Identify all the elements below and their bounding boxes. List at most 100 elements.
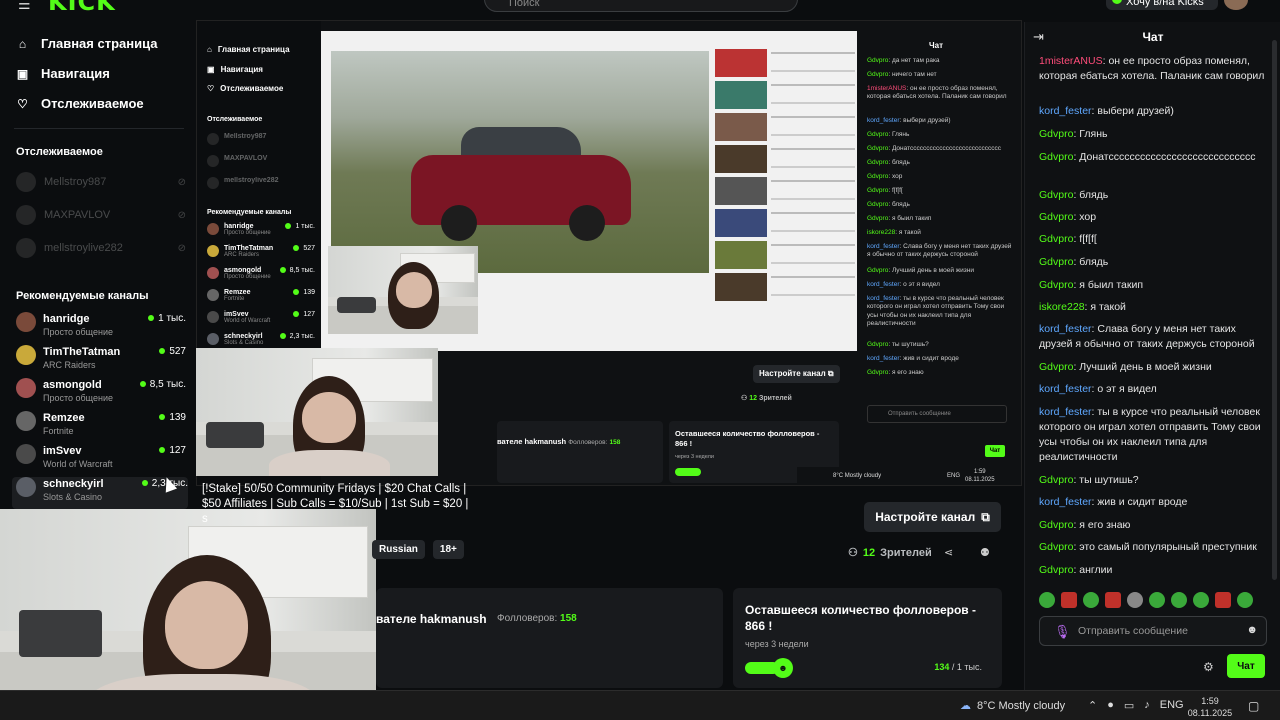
chat-message: kord_fester: Слава богу у меня нет таких… — [1039, 323, 1255, 350]
channel-category: ARC Raiders — [43, 360, 96, 370]
chat-username[interactable]: Gdvpro — [1039, 128, 1073, 140]
recommended-item[interactable]: imSvev World of Warcraft 127 — [16, 444, 186, 476]
chat-text: блядь — [1079, 256, 1109, 268]
live-viewers: 527 — [159, 345, 186, 357]
chat-username[interactable]: Gdvpro — [1039, 361, 1073, 373]
chat-send-button[interactable]: Чат — [1227, 654, 1265, 678]
emote-icon[interactable] — [1083, 592, 1099, 608]
avatar — [16, 238, 36, 258]
following-item[interactable]: Mellstroy987 ⊘ — [16, 169, 186, 195]
chat-username[interactable]: kord_fester — [1039, 406, 1092, 418]
profile-avatar[interactable] — [1224, 0, 1248, 10]
chat-username[interactable]: Gdvpro — [1039, 211, 1073, 223]
recommended-title: Рекомендуемые каналы — [16, 290, 149, 302]
viewers-label: Зрителей — [880, 546, 932, 559]
emote-icon[interactable] — [1193, 592, 1209, 608]
search-input[interactable]: Поиск — [484, 0, 798, 12]
clock[interactable]: 1:59 08.11.2025 — [1186, 695, 1234, 719]
recommended-item[interactable]: hanridge Просто общение 1 тыс. — [16, 312, 186, 344]
recommended-item[interactable]: TimTheTatman ARC Raiders 527 — [16, 345, 186, 377]
recommended-item[interactable]: asmongold Просто общение 8,5 тыс. — [16, 378, 186, 410]
chat-message: Gdvpro: f[f[f[ — [1039, 233, 1097, 245]
microphone-tray-icon[interactable]: ● — [1107, 699, 1114, 712]
channel-name: hanridge — [43, 313, 90, 325]
chat-username[interactable]: 1misterANUS — [1039, 55, 1103, 67]
kicks-button[interactable]: Хочу в/на Kicks — [1106, 0, 1218, 10]
setup-channel-label: Настройте канал — [875, 510, 976, 524]
chat-username[interactable]: iskore228 — [1039, 301, 1085, 313]
chat-title: Чат — [1142, 30, 1164, 44]
volume-icon[interactable]: ♪ — [1144, 699, 1150, 712]
emote-icon[interactable] — [1149, 592, 1165, 608]
chat-username[interactable]: kord_fester — [1039, 383, 1092, 395]
nested-recommended-title: Рекомендуемые каналы — [207, 209, 292, 216]
avatar — [16, 444, 36, 464]
kick-coin-icon — [1112, 0, 1122, 4]
emote-icon[interactable] — [1171, 592, 1187, 608]
chat-username[interactable]: Gdvpro — [1039, 474, 1073, 486]
divider — [14, 128, 184, 129]
language-indicator[interactable]: ENG — [1160, 699, 1184, 712]
goal-emoji-icon: ☻ — [773, 658, 793, 678]
kick-logo[interactable]: KICK — [48, 0, 116, 16]
chat-username[interactable]: Gdvpro — [1039, 189, 1073, 201]
chat-username[interactable]: kord_fester — [1039, 496, 1092, 508]
emoji-icon[interactable]: ☻ — [1246, 624, 1258, 636]
chat-username[interactable]: Gdvpro — [1039, 151, 1073, 163]
setup-channel-button[interactable]: Настройте канал ⧉ — [864, 502, 1001, 532]
notification-icon[interactable]: ▢ — [1248, 699, 1259, 713]
share-icon[interactable]: ⋖ — [944, 546, 953, 559]
following-item[interactable]: MAXPAVLOV ⊘ — [16, 202, 186, 228]
nav-browse-label: Навигация — [41, 66, 110, 81]
chat-username[interactable]: Gdvpro — [1039, 519, 1073, 531]
avatar — [16, 378, 36, 398]
following-name: Mellstroy987 — [44, 176, 107, 188]
emote-icon[interactable] — [1039, 592, 1055, 608]
avatar — [16, 312, 36, 332]
cloud-icon: ☁ — [960, 700, 971, 712]
chat-username[interactable]: kord_fester — [1039, 105, 1092, 117]
emote-icon[interactable] — [1215, 592, 1231, 608]
nav-home[interactable]: ⌂ Главная страница — [16, 36, 158, 51]
live-viewers: 8,5 тыс. — [139, 378, 186, 390]
channel-category: Просто общение — [43, 393, 113, 403]
emote-icon[interactable] — [1127, 592, 1143, 608]
tag-age[interactable]: 18+ — [432, 540, 464, 559]
following-title: Отслеживаемое — [16, 146, 103, 158]
live-dot — [141, 480, 148, 487]
emote-icon[interactable] — [1061, 592, 1077, 608]
chat-scrollbar[interactable] — [1272, 40, 1277, 580]
chat-message: kord_fester: выбери друзей) — [1039, 105, 1174, 117]
emote-icon[interactable] — [1237, 592, 1253, 608]
followers-card: вателе hakmanush Фолловеров: 158 — [376, 588, 723, 688]
car-video-image — [331, 51, 709, 273]
chat-username[interactable]: Gdvpro — [1039, 541, 1073, 553]
video-recommendations — [715, 49, 855, 305]
gear-icon[interactable]: ⚙ — [1203, 660, 1214, 674]
chat-username[interactable]: Gdvpro — [1039, 233, 1073, 245]
chat-input[interactable]: 🎙 Отправить сообщение ☻ — [1039, 616, 1267, 646]
live-viewers: 127 — [159, 444, 186, 456]
follow-user-icon[interactable]: ⚉ — [980, 546, 990, 559]
nav-following[interactable]: ♡ Отслеживаемое — [16, 96, 144, 111]
chat-username[interactable]: Gdvpro — [1039, 279, 1073, 291]
nav-following-label: Отслеживаемое — [41, 96, 144, 111]
channel-category: Просто общение — [43, 327, 113, 337]
nav-browse[interactable]: ▣ Навигация — [16, 66, 110, 81]
menu-icon[interactable]: ☰ — [18, 0, 31, 13]
clock-time: 1:59 — [1201, 696, 1219, 706]
chat-username[interactable]: Gdvpro — [1039, 564, 1073, 576]
weather-widget[interactable]: ☁ 8°C Mostly cloudy — [960, 699, 1066, 713]
live-viewers: 1 тыс. — [148, 312, 186, 324]
microphone-icon[interactable]: 🎙 — [1054, 624, 1071, 640]
following-item[interactable]: mellstroylive282 ⊘ — [16, 235, 186, 261]
weather-text: 8°C Mostly cloudy — [977, 699, 1066, 712]
chat-username[interactable]: Gdvpro — [1039, 256, 1073, 268]
emote-icon[interactable] — [1105, 592, 1121, 608]
chevron-up-icon[interactable]: ⌃ — [1088, 699, 1097, 712]
network-icon[interactable]: ▭ — [1124, 699, 1134, 712]
tag-language[interactable]: Russian — [372, 540, 425, 559]
chat-text: блядь — [1079, 189, 1109, 201]
chat-username[interactable]: kord_fester — [1039, 323, 1092, 335]
recommended-item[interactable]: Remzee Fortnite 139 — [16, 411, 186, 443]
